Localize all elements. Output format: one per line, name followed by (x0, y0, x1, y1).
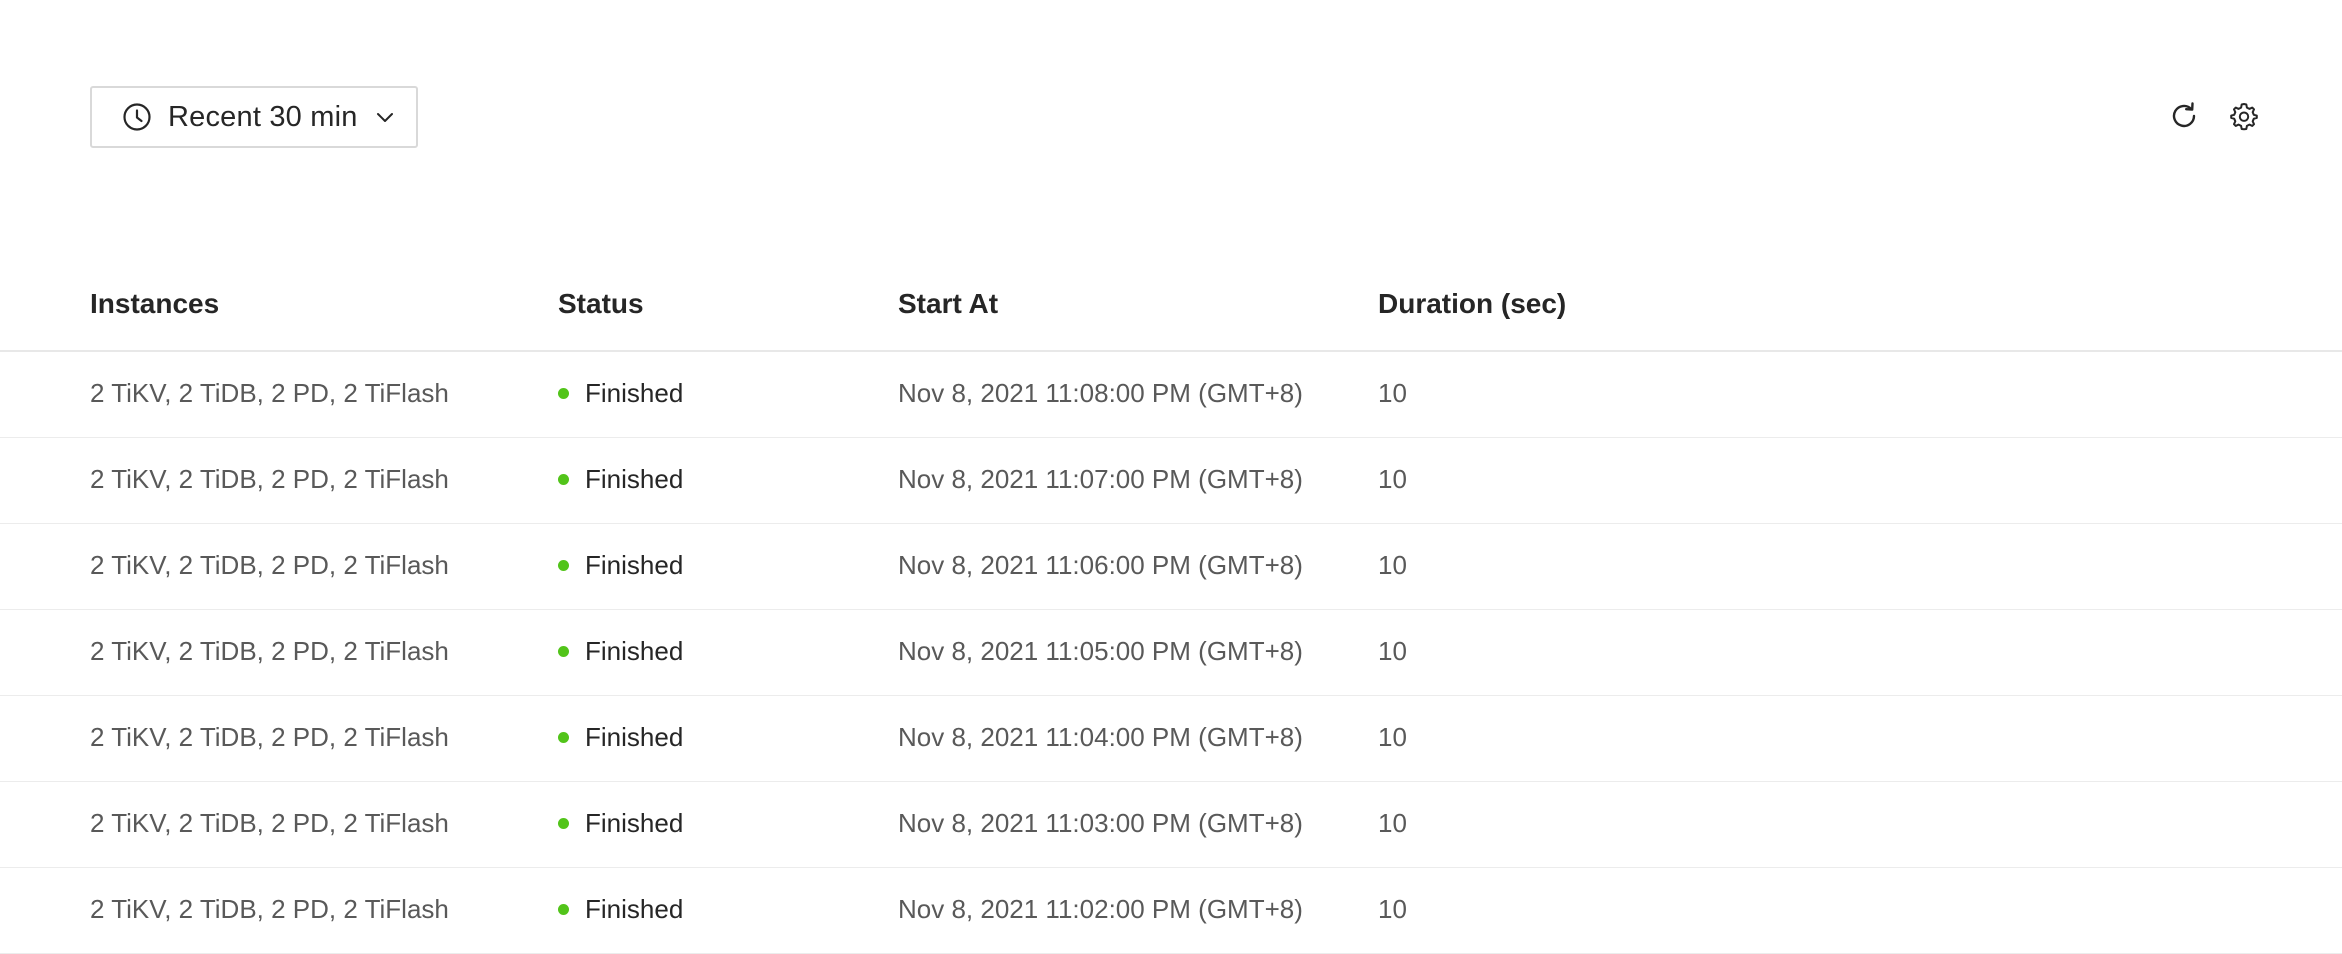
status-label: Finished (585, 808, 684, 838)
status-label: Finished (585, 722, 684, 752)
table-row[interactable]: 2 TiKV, 2 TiDB, 2 PD, 2 TiFlash Finished N… (0, 782, 2342, 868)
duration-cell: 10 (1378, 722, 1407, 752)
column-header-instances[interactable]: Instances (90, 288, 219, 320)
status-dot-icon (558, 904, 569, 915)
status-label: Finished (585, 378, 684, 408)
instances-cell: 2 TiKV, 2 TiDB, 2 PD, 2 TiFlash (90, 808, 449, 838)
column-header-duration[interactable]: Duration (sec) (1378, 288, 1566, 320)
status-dot-icon (558, 732, 569, 743)
chevron-down-icon (374, 106, 396, 128)
status-cell: Finished (558, 464, 683, 495)
column-header-status[interactable]: Status (558, 288, 644, 320)
start-at-cell: Nov 8, 2021 11:03:00 PM (GMT+8) (898, 808, 1303, 838)
start-at-cell: Nov 8, 2021 11:08:00 PM (GMT+8) (898, 378, 1303, 408)
status-label: Finished (585, 636, 684, 666)
instances-cell: 2 TiKV, 2 TiDB, 2 PD, 2 TiFlash (90, 636, 449, 666)
duration-cell: 10 (1378, 894, 1407, 924)
status-dot-icon (558, 560, 569, 571)
table-row[interactable]: 2 TiKV, 2 TiDB, 2 PD, 2 TiFlash Finished N… (0, 352, 2342, 438)
settings-button[interactable] (2226, 100, 2262, 136)
status-cell: Finished (558, 808, 683, 839)
instances-cell: 2 TiKV, 2 TiDB, 2 PD, 2 TiFlash (90, 722, 449, 752)
duration-cell: 10 (1378, 464, 1407, 494)
status-cell: Finished (558, 894, 683, 925)
instances-cell: 2 TiKV, 2 TiDB, 2 PD, 2 TiFlash (90, 550, 449, 580)
status-dot-icon (558, 646, 569, 657)
status-label: Finished (585, 550, 684, 580)
status-cell: Finished (558, 636, 683, 667)
table-header: Instances Status Start At Duration (sec) (0, 264, 2342, 352)
gear-icon (2228, 100, 2260, 137)
column-header-start-at[interactable]: Start At (898, 288, 998, 320)
table-body: 2 TiKV, 2 TiDB, 2 PD, 2 TiFlash Finished N… (0, 352, 2342, 954)
status-cell: Finished (558, 378, 683, 409)
start-at-cell: Nov 8, 2021 11:05:00 PM (GMT+8) (898, 636, 1303, 666)
table-row[interactable]: 2 TiKV, 2 TiDB, 2 PD, 2 TiFlash Finished N… (0, 696, 2342, 782)
time-range-picker[interactable]: Recent 30 min (90, 86, 418, 148)
refresh-icon (2168, 100, 2200, 137)
instances-cell: 2 TiKV, 2 TiDB, 2 PD, 2 TiFlash (90, 378, 449, 408)
time-range-label: Recent 30 min (168, 100, 358, 133)
duration-cell: 10 (1378, 808, 1407, 838)
clock-icon (122, 102, 152, 132)
status-label: Finished (585, 894, 684, 924)
status-dot-icon (558, 818, 569, 829)
table-row[interactable]: 2 TiKV, 2 TiDB, 2 PD, 2 TiFlash Finished N… (0, 438, 2342, 524)
table-row[interactable]: 2 TiKV, 2 TiDB, 2 PD, 2 TiFlash Finished N… (0, 868, 2342, 954)
start-at-cell: Nov 8, 2021 11:02:00 PM (GMT+8) (898, 894, 1303, 924)
table-row[interactable]: 2 TiKV, 2 TiDB, 2 PD, 2 TiFlash Finished N… (0, 610, 2342, 696)
start-at-cell: Nov 8, 2021 11:04:00 PM (GMT+8) (898, 722, 1303, 752)
status-cell: Finished (558, 550, 683, 581)
duration-cell: 10 (1378, 378, 1407, 408)
table-row[interactable]: 2 TiKV, 2 TiDB, 2 PD, 2 TiFlash Finished N… (0, 524, 2342, 610)
status-label: Finished (585, 464, 684, 494)
refresh-button[interactable] (2166, 100, 2202, 136)
toolbar: Recent 30 min (0, 0, 2342, 200)
status-dot-icon (558, 388, 569, 399)
start-at-cell: Nov 8, 2021 11:07:00 PM (GMT+8) (898, 464, 1303, 494)
start-at-cell: Nov 8, 2021 11:06:00 PM (GMT+8) (898, 550, 1303, 580)
instances-cell: 2 TiKV, 2 TiDB, 2 PD, 2 TiFlash (90, 464, 449, 494)
results-table: Instances Status Start At Duration (sec)… (0, 264, 2342, 954)
duration-cell: 10 (1378, 636, 1407, 666)
status-cell: Finished (558, 722, 683, 753)
status-dot-icon (558, 474, 569, 485)
instances-cell: 2 TiKV, 2 TiDB, 2 PD, 2 TiFlash (90, 894, 449, 924)
duration-cell: 10 (1378, 550, 1407, 580)
